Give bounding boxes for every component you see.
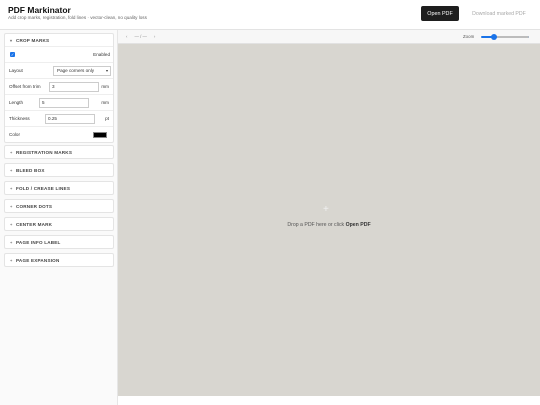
section-header: + PAGE EXPANSION <box>5 254 115 266</box>
section-registration-marks[interactable]: + REGISTRATION MARKS <box>4 145 114 159</box>
crop-color-swatch[interactable] <box>93 131 107 138</box>
section-bleed-box[interactable]: + BLEED BOX <box>4 163 114 177</box>
offset-unit: mm <box>101 84 109 89</box>
drop-hint: Drop a PDF here or click Open PDF <box>118 222 540 228</box>
viewer-toolbar: ‹ — / — › Zoom <box>118 30 540 44</box>
page-navigation: ‹ — / — › <box>126 34 155 39</box>
section-corner-dots[interactable]: + CORNER DOTS <box>4 199 114 213</box>
section-header: + CORNER DOTS <box>5 200 115 212</box>
section-page-expansion[interactable]: + PAGE EXPANSION <box>4 253 114 267</box>
thickness-unit: pt <box>105 116 109 121</box>
layout-select[interactable]: Page corners only ▾ <box>53 65 111 76</box>
sidebar: ▾ CROP MARKS ✓ Enabled Layout Page corne… <box>0 30 118 405</box>
section-page-info-label[interactable]: + PAGE INFO LABEL <box>4 235 114 249</box>
section-title: PAGE EXPANSION <box>16 257 60 263</box>
thickness-label: Thickness <box>9 116 30 121</box>
zoom-slider-thumb[interactable] <box>491 34 497 40</box>
section-header: + BLEED BOX <box>5 164 115 176</box>
section-title: BLEED BOX <box>16 167 45 173</box>
section-title: REGISTRATION MARKS <box>16 149 73 155</box>
enabled-label: Enabled <box>93 52 110 57</box>
thickness-input[interactable]: 0.25 <box>45 113 95 124</box>
section-title: CROP MARKS <box>16 37 50 43</box>
section-title: CORNER DOTS <box>16 203 53 209</box>
layout-label: Layout <box>9 68 23 73</box>
pdf-viewer: ‹ — / — › Zoom + Drop a PDF here or clic… <box>118 30 540 396</box>
offset-label: Offset from trim <box>9 84 41 89</box>
bottom-strip <box>118 396 540 405</box>
prev-page-button[interactable]: ‹ <box>126 34 127 39</box>
color-label: Color <box>9 132 20 137</box>
plus-icon: + <box>323 204 329 215</box>
section-center-mark[interactable]: + CENTER MARK <box>4 217 114 231</box>
download-marked-pdf-button[interactable]: Download marked PDF <box>464 6 534 21</box>
open-pdf-button[interactable]: Open PDF <box>421 6 459 21</box>
length-input[interactable]: 5 <box>39 97 89 108</box>
app-title: PDF Markinator <box>8 5 71 15</box>
zoom-slider-track[interactable] <box>493 36 529 38</box>
section-title: PAGE INFO LABEL <box>16 239 61 245</box>
crop-enabled-checkbox[interactable]: ✓ <box>10 52 15 57</box>
section-header: + CENTER MARK <box>5 218 115 230</box>
crop-layout-row: Layout Page corners only ▾ <box>5 62 113 78</box>
crop-thickness-row: Thickness 0.25 pt <box>5 110 113 126</box>
layout-select-value: Page corners only <box>57 68 95 73</box>
chevron-down-icon: ▾ <box>105 68 108 73</box>
crop-offset-row: Offset from trim 3 mm <box>5 78 113 94</box>
crop-enabled-row: ✓ Enabled <box>5 46 113 62</box>
section-crop-marks: ▾ CROP MARKS ✓ Enabled Layout Page corne… <box>4 33 114 143</box>
page-indicator: — / — <box>134 34 147 39</box>
app-subtitle: Add crop marks, registration, fold lines… <box>8 15 147 20</box>
crop-length-row: Length 5 mm <box>5 94 113 110</box>
length-label: Length <box>9 100 24 105</box>
app-header: PDF Markinator Add crop marks, registrat… <box>0 0 540 30</box>
length-unit: mm <box>101 100 109 105</box>
section-title: FOLD / CREASE LINES <box>16 185 71 191</box>
pdf-drop-zone[interactable]: + Drop a PDF here or click Open PDF <box>118 44 540 396</box>
offset-input[interactable]: 3 <box>49 81 99 92</box>
drop-open-pdf-link[interactable]: Open PDF <box>346 222 371 228</box>
zoom-label: Zoom <box>463 34 475 39</box>
section-header: + REGISTRATION MARKS <box>5 146 115 158</box>
section-fold-crease-lines[interactable]: + FOLD / CREASE LINES <box>4 181 114 195</box>
section-title: CENTER MARK <box>16 221 53 227</box>
crop-color-row: Color <box>5 126 113 142</box>
section-crop-marks-header[interactable]: ▾ CROP MARKS <box>5 34 115 46</box>
next-page-button[interactable]: › <box>154 34 155 39</box>
section-header: + FOLD / CREASE LINES <box>5 182 115 194</box>
section-header: + PAGE INFO LABEL <box>5 236 115 248</box>
drop-hint-text: Drop a PDF here or click <box>287 222 346 228</box>
